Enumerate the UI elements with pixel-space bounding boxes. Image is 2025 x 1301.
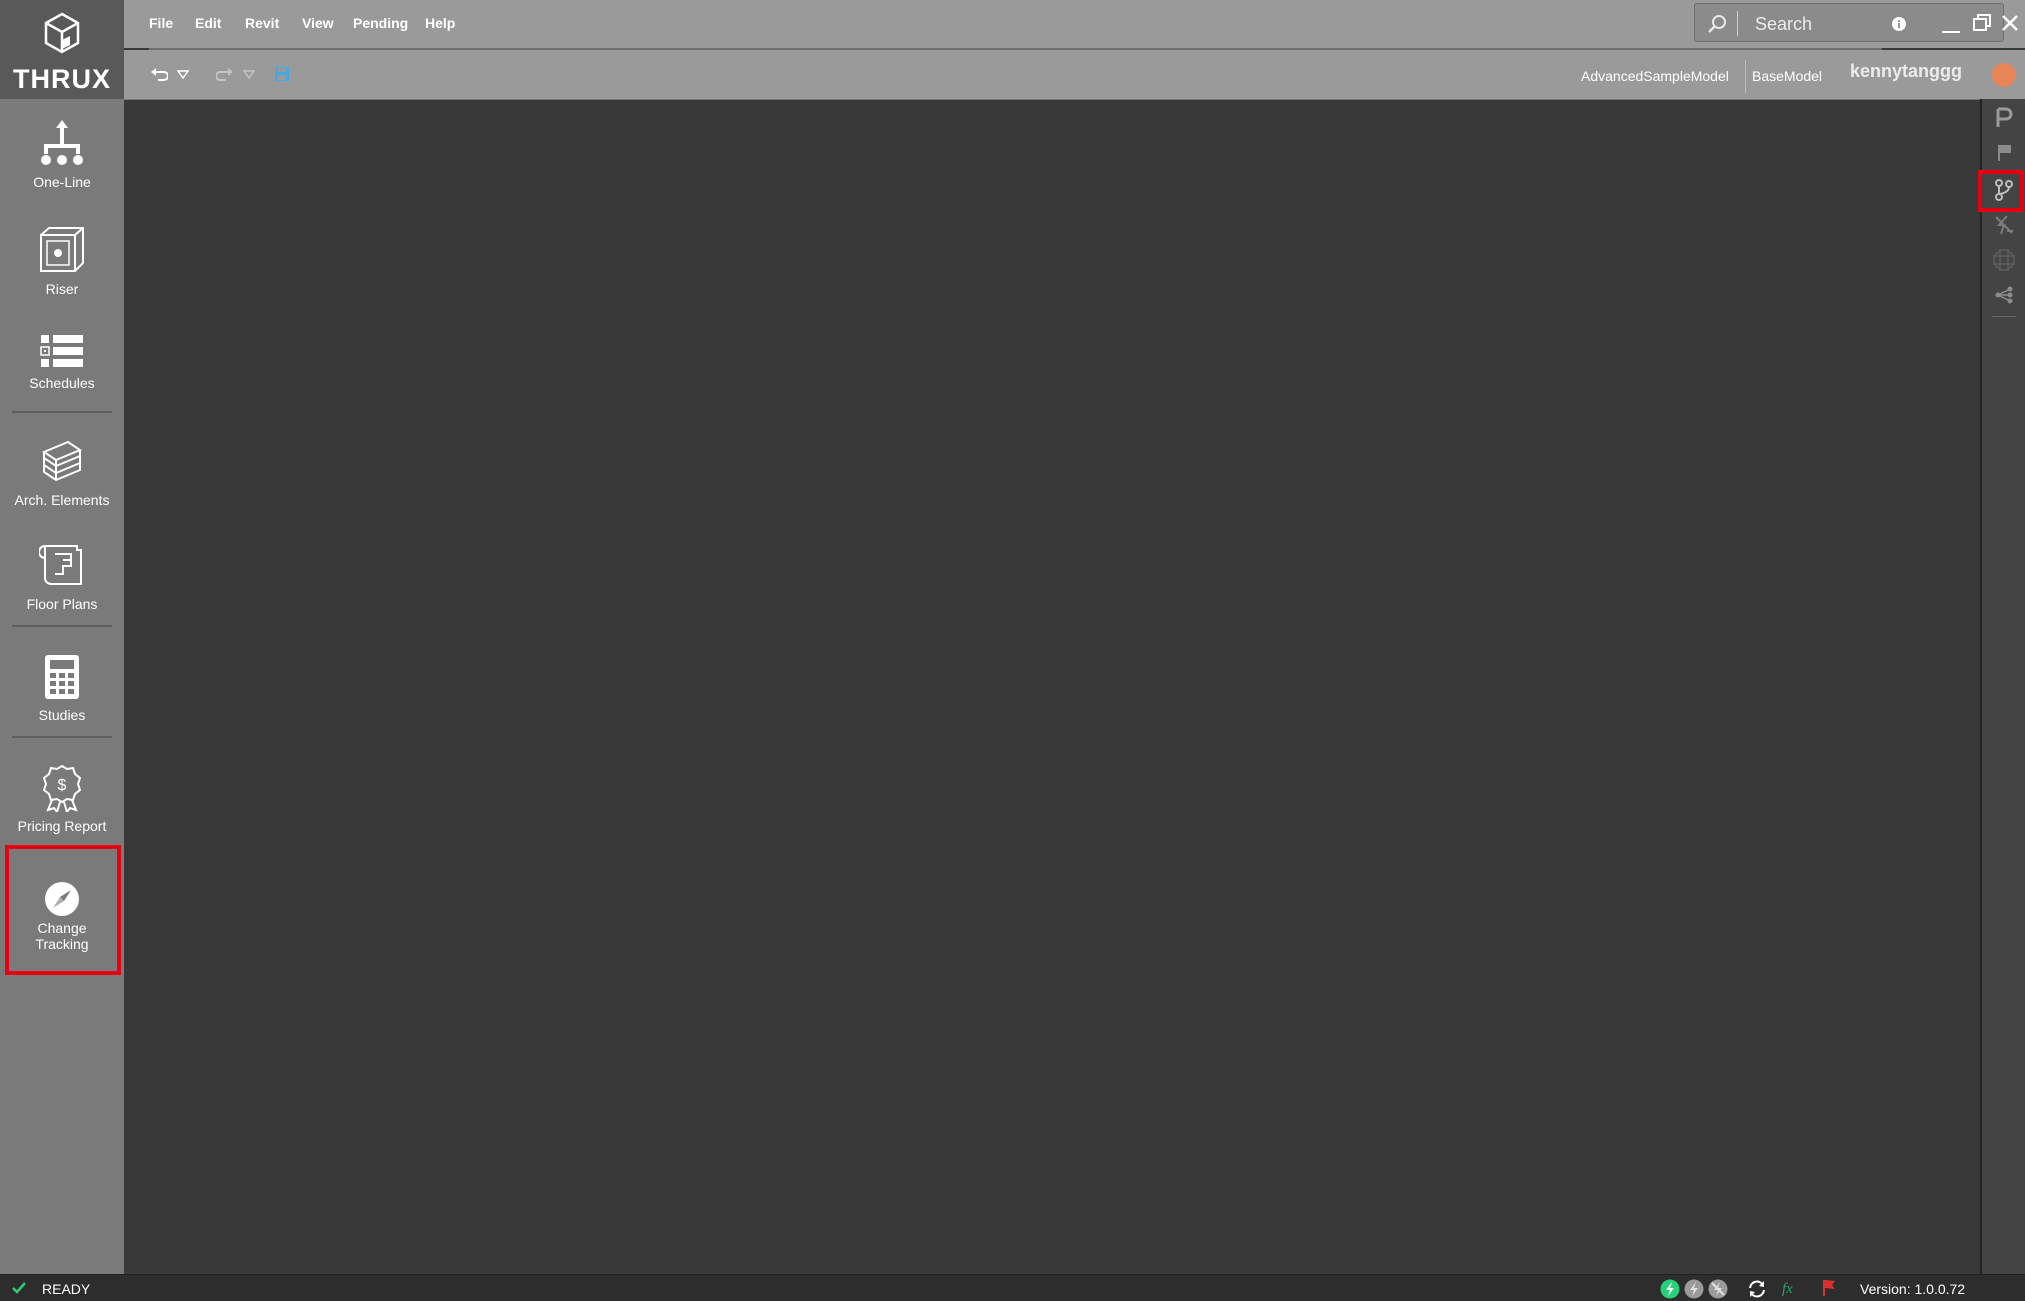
calculator-icon bbox=[45, 655, 79, 699]
redo-dropdown-icon[interactable] bbox=[243, 70, 255, 80]
close-icon[interactable] bbox=[2001, 14, 2019, 32]
menu-file[interactable]: File bbox=[149, 15, 173, 31]
search-divider bbox=[1737, 11, 1738, 36]
version-text: Version: 1.0.0.72 bbox=[1860, 1281, 1966, 1297]
nav-one-line[interactable]: One-Line bbox=[0, 118, 124, 190]
blueprint-icon bbox=[39, 545, 82, 585]
undo-dropdown-icon[interactable] bbox=[177, 70, 189, 80]
highlight-box bbox=[5, 845, 121, 975]
grid-icon bbox=[1992, 249, 2015, 271]
layers-icon bbox=[41, 440, 83, 482]
p-icon bbox=[1996, 107, 2012, 127]
nav-studies[interactable]: Studies bbox=[0, 653, 124, 723]
breadcrumb-divider bbox=[1745, 60, 1746, 93]
tree-icon bbox=[1995, 286, 2012, 304]
nav-divider bbox=[12, 411, 112, 413]
nav-divider bbox=[12, 736, 112, 738]
disconnect-tool[interactable] bbox=[1982, 214, 2025, 241]
menu-edit[interactable]: Edit bbox=[195, 15, 221, 31]
power-on-icon[interactable] bbox=[1660, 1279, 1680, 1299]
list-icon bbox=[40, 335, 83, 367]
grid-tool[interactable] bbox=[1982, 248, 2025, 277]
svg-text:fx: fx bbox=[1782, 1281, 1793, 1297]
breadcrumb-base[interactable]: BaseModel bbox=[1752, 68, 1822, 84]
sync-icon[interactable] bbox=[1747, 1279, 1767, 1299]
toolbar bbox=[124, 50, 2025, 100]
menu-revit[interactable]: Revit bbox=[245, 15, 279, 31]
nav-arch-elements-label: Arch. Elements bbox=[14, 492, 110, 508]
nav-divider bbox=[12, 625, 112, 627]
nav-riser-label: Riser bbox=[45, 281, 79, 297]
nav-floor-plans-label: Floor Plans bbox=[26, 596, 98, 612]
menu-bar: File Edit Revit View Pending Help bbox=[124, 0, 2025, 48]
avatar[interactable] bbox=[1992, 63, 2016, 87]
properties-tool[interactable] bbox=[1982, 107, 2025, 134]
workspace bbox=[124, 100, 1980, 1274]
info-icon[interactable] bbox=[1891, 16, 1907, 32]
menu-help[interactable]: Help bbox=[425, 15, 455, 31]
username[interactable]: kennytanggg bbox=[1850, 61, 1962, 82]
breadcrumb-model[interactable]: AdvancedSampleModel bbox=[1581, 68, 1729, 84]
check-icon bbox=[12, 1282, 26, 1294]
no-power-icon[interactable] bbox=[1708, 1279, 1728, 1299]
nav-pricing-report[interactable]: $ Pricing Report bbox=[0, 764, 124, 834]
nav-studies-label: Studies bbox=[38, 707, 86, 723]
thrux-logo-icon bbox=[44, 12, 80, 54]
brand-name: THRUX bbox=[13, 64, 111, 94]
nav-arch-elements[interactable]: Arch. Elements bbox=[0, 438, 124, 508]
rail-divider bbox=[1992, 316, 2016, 317]
save-icon[interactable] bbox=[274, 66, 290, 82]
nav-schedules[interactable]: Schedules bbox=[0, 333, 124, 391]
nav-schedules-label: Schedules bbox=[29, 375, 95, 391]
flag-icon bbox=[1997, 145, 2011, 161]
nav-pricing-report-label: Pricing Report bbox=[17, 818, 107, 834]
price-badge-icon: $ bbox=[42, 764, 82, 812]
nav-floor-plans[interactable]: Floor Plans bbox=[0, 540, 124, 612]
red-flag-icon[interactable] bbox=[1821, 1279, 1837, 1297]
svg-text:$: $ bbox=[58, 777, 67, 794]
flag-tool[interactable] bbox=[1982, 144, 2025, 167]
status-bar: READY fx Version: 1.0.0.72 bbox=[0, 1274, 2025, 1301]
restore-icon[interactable] bbox=[1973, 14, 1991, 32]
nav-riser[interactable]: Riser bbox=[0, 225, 124, 297]
left-navigation: THRUX One-Line Riser Schedules Arch. Ele… bbox=[0, 0, 124, 1274]
menu-view[interactable]: View bbox=[302, 15, 334, 31]
one-line-icon bbox=[41, 120, 83, 165]
app-logo: THRUX bbox=[0, 0, 124, 99]
no-connection-icon bbox=[1994, 215, 2013, 235]
nav-one-line-label: One-Line bbox=[33, 174, 91, 190]
power-icon[interactable] bbox=[1684, 1279, 1704, 1299]
share-tool[interactable] bbox=[1982, 286, 2025, 309]
undo-icon[interactable] bbox=[150, 66, 168, 82]
formula-icon[interactable]: fx bbox=[1781, 1279, 1799, 1297]
highlight-box bbox=[1978, 170, 2024, 212]
right-tool-rail bbox=[1980, 99, 2025, 1274]
redo-icon[interactable] bbox=[216, 66, 234, 82]
status-text: READY bbox=[42, 1281, 91, 1297]
minimize-icon[interactable] bbox=[1941, 18, 1961, 34]
search-icon bbox=[1708, 15, 1726, 33]
riser-icon bbox=[40, 227, 84, 272]
menu-pending[interactable]: Pending bbox=[353, 15, 408, 31]
